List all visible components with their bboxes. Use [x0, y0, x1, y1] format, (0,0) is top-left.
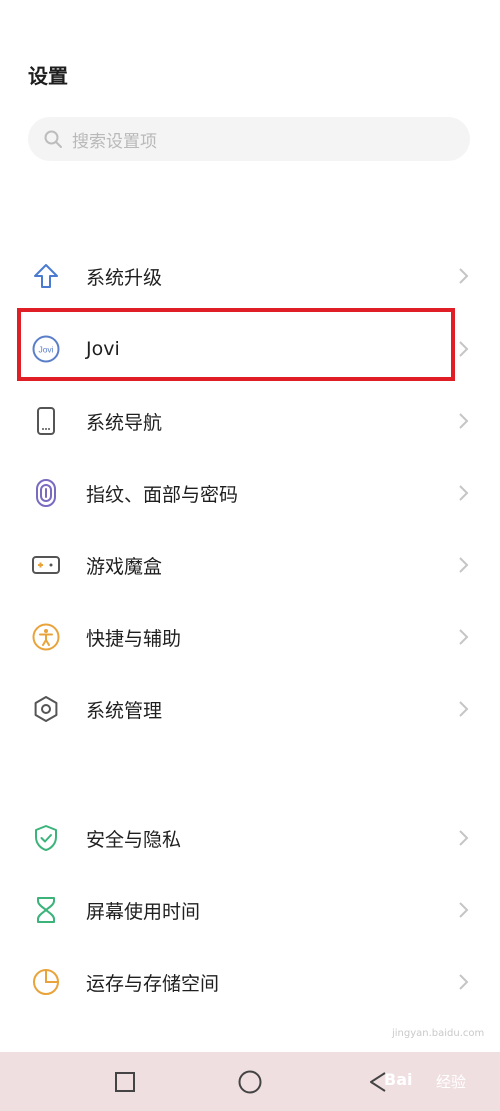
menu-item-fingerprint-face-password[interactable]: 指纹、面部与密码	[0, 457, 500, 529]
chevron-right-icon	[459, 485, 469, 501]
hexagon-settings-icon	[28, 691, 64, 727]
menu-item-system-management[interactable]: 系统管理	[0, 673, 500, 745]
chevron-right-icon	[459, 902, 469, 918]
chevron-right-icon	[459, 413, 469, 429]
menu-item-system-navigation[interactable]: 系统导航	[0, 385, 500, 457]
page-title: 设置	[28, 64, 68, 88]
search-input[interactable]: 搜索设置项	[72, 127, 157, 152]
menu-item-memory-storage[interactable]: 运存与存储空间	[0, 946, 500, 1018]
accessibility-icon	[28, 619, 64, 655]
chevron-right-icon	[459, 341, 469, 357]
menu-item-label: 系统升级	[86, 266, 163, 289]
menu-item-label: 安全与隐私	[86, 828, 182, 851]
chevron-right-icon	[459, 974, 469, 990]
menu-item-label: 游戏魔盒	[86, 555, 163, 578]
game-box-icon	[28, 547, 64, 583]
watermark-brand: Bai	[384, 1070, 413, 1089]
hourglass-icon	[28, 892, 64, 928]
watermark-suffix: 经验	[436, 1073, 467, 1091]
menu-item-label: 系统导航	[86, 411, 163, 434]
navigation-bar: Bai 经验	[0, 1052, 500, 1111]
search-icon	[40, 126, 66, 152]
pie-chart-icon	[28, 964, 64, 1000]
phone-navigation-icon	[28, 403, 64, 439]
chevron-right-icon	[459, 557, 469, 573]
chevron-right-icon	[459, 830, 469, 846]
watermark-url: jingyan.baidu.com	[392, 1028, 485, 1039]
highlight-box	[17, 308, 455, 381]
home-button[interactable]	[232, 1064, 268, 1100]
search-bar[interactable]: 搜索设置项	[28, 117, 470, 161]
menu-item-system-update[interactable]: 系统升级	[0, 240, 500, 312]
menu-item-label: 屏幕使用时间	[86, 900, 201, 923]
menu-item-label: 系统管理	[86, 699, 163, 722]
chevron-right-icon	[459, 268, 469, 284]
menu-item-screen-time[interactable]: 屏幕使用时间	[0, 874, 500, 946]
menu-item-security-privacy[interactable]: 安全与隐私	[0, 802, 500, 874]
shield-check-icon	[28, 820, 64, 856]
menu-item-label: 运存与存储空间	[86, 972, 220, 995]
arrow-up-icon	[28, 258, 64, 294]
menu-item-label: 指纹、面部与密码	[86, 483, 239, 506]
fingerprint-icon	[28, 475, 64, 511]
chevron-right-icon	[459, 701, 469, 717]
menu-item-shortcuts-accessibility[interactable]: 快捷与辅助	[0, 601, 500, 673]
menu-item-label: 快捷与辅助	[86, 627, 182, 650]
menu-item-game-box[interactable]: 游戏魔盒	[0, 529, 500, 601]
chevron-right-icon	[459, 629, 469, 645]
recent-apps-button[interactable]	[107, 1064, 143, 1100]
